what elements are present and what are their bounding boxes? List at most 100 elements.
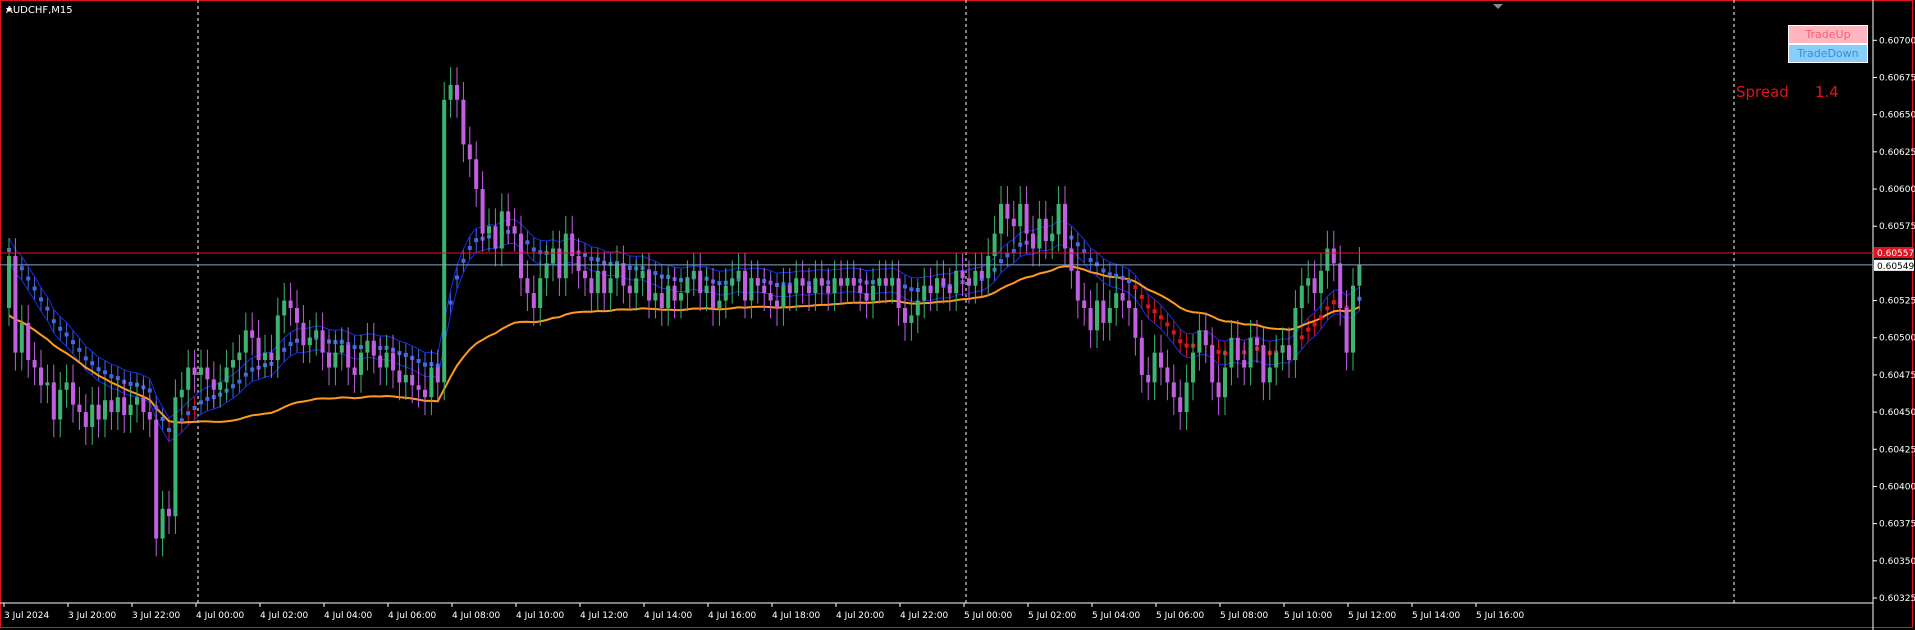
candle-body [813,278,818,294]
y-tick-label: 0.60650 [1879,111,1915,121]
x-tick-label: 3 Jul 20:00 [68,611,117,621]
trend-dot [531,247,536,252]
candle-body [640,270,645,279]
candle-body [474,159,479,190]
candle-body [1127,300,1131,308]
candle-body [787,285,792,294]
candle-body [135,397,139,405]
candle-body [659,293,664,308]
candle-body [979,270,984,279]
candle-body [1005,203,1010,219]
x-tick-label: 3 Jul 22:00 [132,611,181,621]
candle-body [403,374,408,383]
candle-body [807,285,811,294]
candle-body [941,278,946,286]
candle-body [122,397,127,416]
trend-dot [32,286,37,291]
trade-up-button[interactable]: TradeUp [1788,25,1868,44]
candle-body [922,285,927,301]
candle-body [359,352,363,375]
candle-body [160,508,165,539]
candle-body [768,293,773,301]
trend-dot [1178,339,1183,344]
candle-body [423,389,427,398]
candle-body [1024,203,1029,234]
candle-body [551,248,555,264]
y-tick-label: 0.60625 [1879,148,1915,158]
x-tick-label: 5 Jul 14:00 [1412,611,1461,621]
candle-body [263,352,267,361]
candle-body [730,278,735,286]
candle-body [1056,203,1061,234]
candle-body [544,263,549,279]
candle-body [115,397,120,413]
candle-body [13,255,18,353]
candle-body [999,203,1003,234]
trend-dot [147,388,152,393]
trend-dot [403,352,408,357]
candle-body [1139,337,1144,375]
candle-body [1229,337,1234,368]
candle-body [192,367,197,375]
candle-body [269,352,274,361]
candle-body [103,400,107,420]
candle-body [1191,352,1195,383]
candle-body [1031,233,1035,249]
candle-body [218,382,223,390]
trend-dot [90,361,95,366]
price-chart[interactable]: 0.60700 0.60675 0.60650 0.60625 0.60600 0.605… [0,0,1915,630]
candle-body [666,285,671,308]
candle-body [64,382,69,390]
candle-body [1210,345,1215,383]
y-tick-label: 0.60600 [1879,185,1915,195]
y-tick-label: 0.60350 [1879,557,1915,567]
candle-body [288,300,293,308]
trend-dot [45,306,50,311]
candle-body [608,278,613,294]
candle-body [237,352,242,361]
candle-body [1242,360,1247,368]
candle-body [1287,345,1291,361]
candle-body [711,285,715,308]
candle-body [58,389,63,420]
candle-body [397,370,402,383]
trend-dot [1312,322,1317,327]
candle-body [295,308,299,323]
candle-body [480,189,485,234]
candle-body [685,278,690,294]
candle-body [384,352,389,368]
candle-body [890,278,895,286]
candle-body [749,278,754,301]
candle-body [346,345,351,368]
trend-dot [237,379,242,384]
trend-dot [1005,253,1010,258]
candle-body [1280,345,1285,353]
candle-body [1050,233,1055,242]
candle-body [231,360,235,368]
candle-body [973,270,978,286]
trend-dot [167,427,171,432]
candle-body [416,385,421,390]
trade-down-button[interactable]: TradeDown [1788,44,1868,63]
trend-dot [525,240,530,245]
candle-body [621,263,626,286]
trend-dot [1146,304,1151,309]
x-tick-label: 5 Jul 08:00 [1220,611,1269,621]
candle-body [19,322,24,353]
candle-body [602,270,607,294]
candle-body [583,270,587,279]
candle-body [519,233,523,279]
candle-body [832,278,837,294]
candle-body [154,419,159,539]
candle-body [858,285,863,294]
y-tick-label: 0.60425 [1879,445,1915,455]
y-tick-label: 0.60375 [1879,520,1915,530]
candle-body [1171,382,1176,398]
y-tick-label: 0.60700 [1879,36,1915,46]
candle-body [275,315,280,361]
candle-body [307,337,312,346]
x-tick-label: 4 Jul 14:00 [644,611,693,621]
trend-dot [352,345,357,350]
candle-body [915,300,920,316]
candle-body [1165,367,1170,383]
